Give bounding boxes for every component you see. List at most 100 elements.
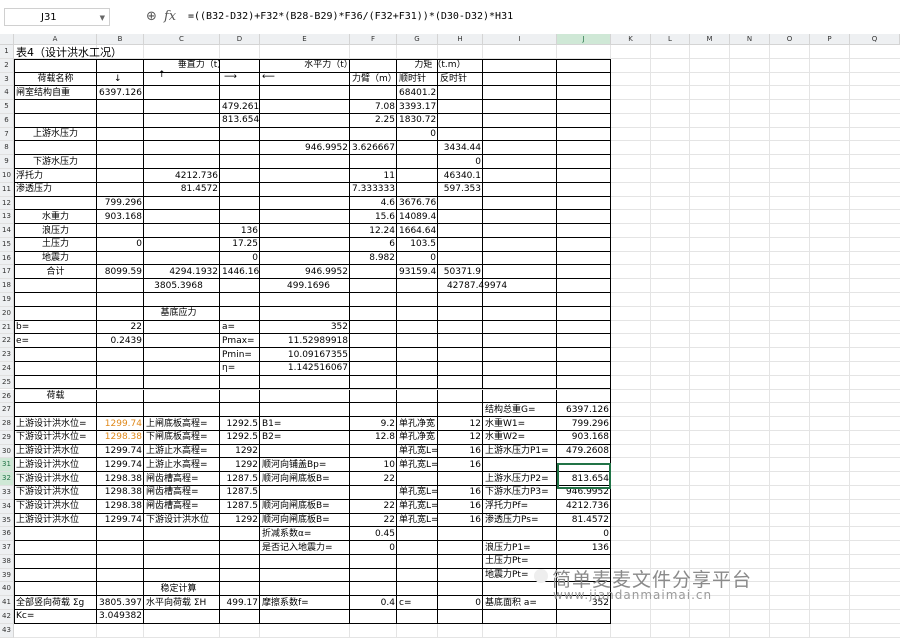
cell-f8[interactable]: 3.626667 bbox=[350, 142, 397, 156]
cell-i37[interactable]: 浪压力P1= bbox=[483, 542, 557, 556]
cell-c2[interactable]: 垂直力（t） bbox=[144, 59, 260, 73]
cell-d16[interactable]: 0 bbox=[220, 252, 260, 266]
row-header-33[interactable]: 33 bbox=[0, 485, 14, 500]
cell-g13[interactable]: 14089.4 bbox=[397, 211, 438, 225]
row-header-40[interactable]: 40 bbox=[0, 582, 14, 597]
cell-d29[interactable]: 1292.5 bbox=[220, 431, 260, 445]
cell-e36[interactable]: 折减系数α= bbox=[260, 528, 350, 542]
row-header-10[interactable]: 10 bbox=[0, 169, 14, 183]
row-header-36[interactable]: 36 bbox=[0, 527, 14, 542]
cell-a4[interactable]: 闸室结构自重 bbox=[14, 87, 97, 101]
column-header-d[interactable]: D bbox=[220, 34, 260, 45]
cell-d14[interactable]: 136 bbox=[220, 225, 260, 239]
select-all-corner[interactable] bbox=[0, 34, 14, 45]
cell-f5[interactable]: 7.08 bbox=[350, 101, 397, 115]
cell-d35[interactable]: 1292 bbox=[220, 514, 260, 528]
column-header-g[interactable]: G bbox=[397, 34, 438, 45]
cell-j30[interactable]: 479.2608 bbox=[557, 445, 611, 459]
cell-b29[interactable]: 1298.38 bbox=[97, 431, 144, 445]
row-header-5[interactable]: 5 bbox=[0, 100, 14, 114]
row-header-35[interactable]: 35 bbox=[0, 513, 14, 528]
cell-g7[interactable]: 0 bbox=[397, 128, 438, 142]
cell-c41[interactable]: 水平向荷载 ΣH bbox=[144, 597, 220, 611]
row-header-38[interactable]: 38 bbox=[0, 554, 14, 569]
cell-g5[interactable]: 3393.17 bbox=[397, 101, 438, 115]
cell-g35[interactable]: 单孔宽L= bbox=[397, 514, 438, 528]
cell-f31[interactable]: 10 bbox=[350, 459, 397, 473]
cell-g16[interactable]: 0 bbox=[397, 252, 438, 266]
cell-j29[interactable]: 903.168 bbox=[557, 431, 611, 445]
row-header-8[interactable]: 8 bbox=[0, 141, 14, 156]
row-header-26[interactable]: 26 bbox=[0, 389, 14, 404]
row-header-22[interactable]: 22 bbox=[0, 334, 14, 349]
column-header-q[interactable]: Q bbox=[850, 34, 900, 45]
cell-c32[interactable]: 闸齿槽高程= bbox=[144, 473, 220, 487]
cell-b12[interactable]: 799.296 bbox=[97, 197, 144, 211]
cell-g29[interactable]: 单孔净宽 bbox=[397, 431, 438, 445]
cell-a21[interactable]: b= bbox=[14, 321, 97, 335]
cell-h31[interactable]: 16 bbox=[438, 459, 483, 473]
cell-h17[interactable]: 50371.9 bbox=[438, 266, 483, 280]
cell-e37[interactable]: 是否记入地震力= bbox=[260, 542, 350, 556]
cell-i35[interactable]: 渗透压力Ps= bbox=[483, 514, 557, 528]
cell-j35[interactable]: 81.4572 bbox=[557, 514, 611, 528]
cell-b40[interactable]: 稳定计算 bbox=[97, 583, 260, 597]
cell-e29[interactable]: B2= bbox=[260, 431, 350, 445]
cell-b42[interactable]: 3.049382 bbox=[97, 610, 144, 624]
cell-f11[interactable]: 7.333333 bbox=[350, 183, 397, 197]
cell-a1[interactable]: 表4（设计洪水工况） bbox=[14, 46, 260, 60]
cell-f14[interactable]: 12.24 bbox=[350, 225, 397, 239]
cell-b20[interactable]: 基底应力 bbox=[97, 307, 260, 321]
row-header-3[interactable]: 3 bbox=[0, 72, 14, 87]
column-header-b[interactable]: B bbox=[97, 34, 144, 45]
row-header-18[interactable]: 18 bbox=[0, 279, 14, 294]
cell-a22[interactable]: e= bbox=[14, 335, 97, 349]
cell-a7[interactable]: 上游水压力 bbox=[14, 128, 97, 142]
cell-g34[interactable]: 单孔宽L= bbox=[397, 500, 438, 514]
cell-a31[interactable]: 上游设计洪水位 bbox=[14, 459, 97, 473]
cell-f3[interactable]: 力臂（m） bbox=[350, 73, 397, 87]
cell-f12[interactable]: 4.6 bbox=[350, 197, 397, 211]
cell-h33[interactable]: 16 bbox=[438, 486, 483, 500]
cell-f36[interactable]: 0.45 bbox=[350, 528, 397, 542]
chevron-down-icon[interactable]: ▼ bbox=[100, 9, 105, 27]
cell-c28[interactable]: 上闸底板高程= bbox=[144, 418, 220, 432]
cell-a13[interactable]: 水重力 bbox=[14, 211, 97, 225]
row-header-6[interactable]: 6 bbox=[0, 113, 14, 128]
cell-c30[interactable]: 上游止水高程= bbox=[144, 445, 220, 459]
cell-e41[interactable]: 摩擦系数f= bbox=[260, 597, 350, 611]
row-header-16[interactable]: 16 bbox=[0, 251, 14, 266]
cell-a9[interactable]: 下游水压力 bbox=[14, 156, 97, 170]
row-header-39[interactable]: 39 bbox=[0, 568, 14, 583]
cell-e22[interactable]: 11.52989918 bbox=[260, 335, 350, 349]
cell-g2[interactable]: 力矩（t.m） bbox=[397, 59, 483, 73]
cell-a26[interactable]: 荷载 bbox=[14, 390, 97, 404]
cell-h3[interactable]: 反时针 bbox=[438, 73, 483, 87]
cell-i28[interactable]: 水重W1= bbox=[483, 418, 557, 432]
cell-a33[interactable]: 下游设计洪水位 bbox=[14, 486, 97, 500]
cell-a10[interactable]: 浮托力 bbox=[14, 170, 97, 184]
row-header-4[interactable]: 4 bbox=[0, 86, 14, 101]
cell-j28[interactable]: 799.296 bbox=[557, 418, 611, 432]
cell-e17[interactable]: 946.9952 bbox=[260, 266, 350, 280]
row-header-1[interactable]: 1 bbox=[0, 45, 14, 59]
cell-a28[interactable]: 上游设计洪水位= bbox=[14, 418, 97, 432]
cell-h28[interactable]: 12 bbox=[438, 418, 483, 432]
cell-a3[interactable]: 荷载名称 bbox=[14, 73, 97, 87]
cell-d24[interactable]: η= bbox=[220, 362, 260, 376]
cell-d28[interactable]: 1292.5 bbox=[220, 418, 260, 432]
column-header-p[interactable]: P bbox=[810, 34, 850, 45]
cell-c35[interactable]: 下游设计洪水位 bbox=[144, 514, 220, 528]
cell-e31[interactable]: 顺河向铺盖Bp= bbox=[260, 459, 350, 473]
row-header-41[interactable]: 41 bbox=[0, 596, 14, 610]
cell-a41[interactable]: 全部竖向荷载 Σg bbox=[14, 597, 97, 611]
cell-d15[interactable]: 17.25 bbox=[220, 238, 260, 252]
cell-g18[interactable]: 42787.49974 bbox=[397, 280, 557, 294]
cell-h11[interactable]: 597.353 bbox=[438, 183, 483, 197]
cell-j34[interactable]: 4212.736 bbox=[557, 500, 611, 514]
cell-c33[interactable]: 闸齿槽高程= bbox=[144, 486, 220, 500]
name-box[interactable]: J31 ▼ bbox=[4, 8, 110, 26]
cell-b21[interactable]: 22 bbox=[97, 321, 144, 335]
cell-a29[interactable]: 下游设计洪水位= bbox=[14, 431, 97, 445]
cell-j36[interactable]: 0 bbox=[557, 528, 611, 542]
